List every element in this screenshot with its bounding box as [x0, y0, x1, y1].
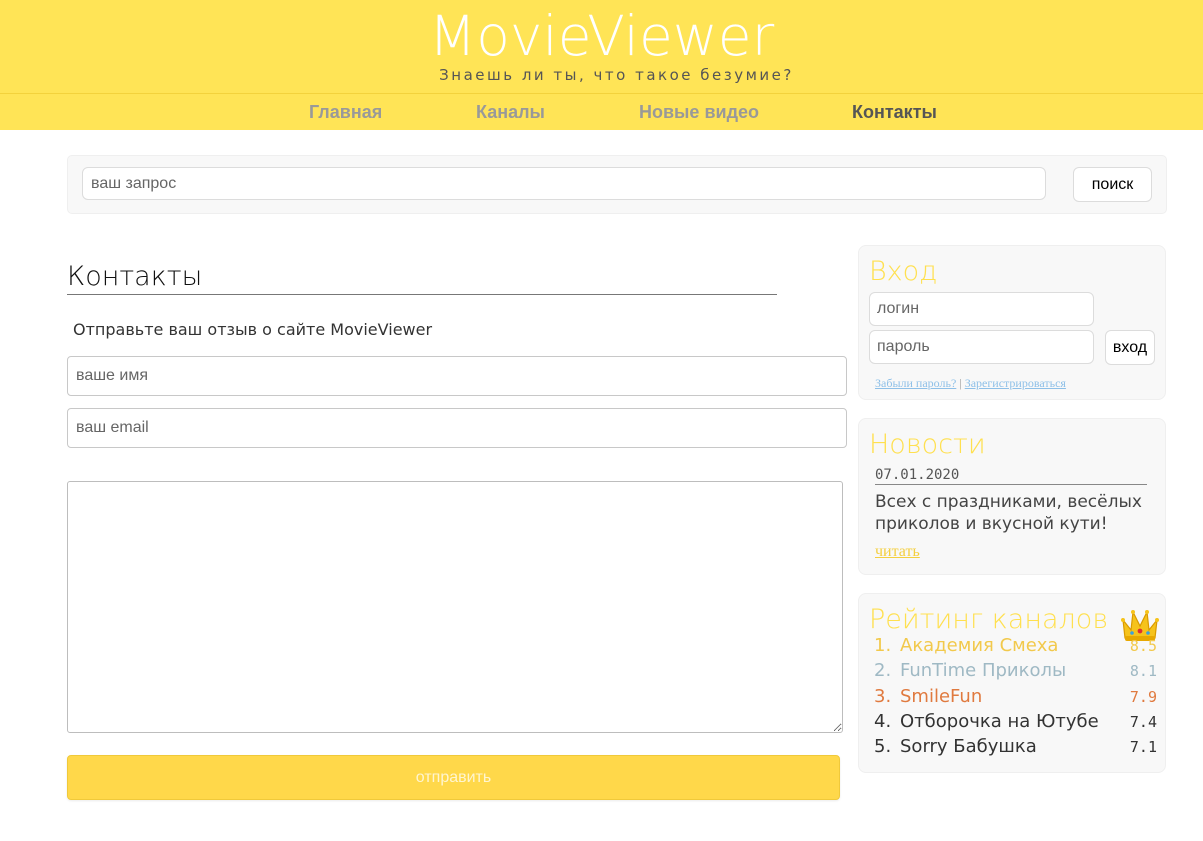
- news-read-link[interactable]: читать: [875, 543, 920, 561]
- rating-item-score: 8.5: [1129, 637, 1157, 655]
- login-field[interactable]: [869, 292, 1094, 326]
- rating-item-name[interactable]: Академия Смеха: [900, 635, 1058, 656]
- rating-item-number: 3.: [874, 686, 892, 707]
- page-title: Контакты: [67, 260, 777, 295]
- rating-item-number: 5.: [874, 736, 892, 757]
- nav-item-contacts[interactable]: Контакты: [852, 102, 937, 123]
- forgot-password-link[interactable]: Забыли пароль?: [875, 376, 956, 390]
- email-field[interactable]: [67, 408, 847, 448]
- password-field[interactable]: [869, 330, 1094, 364]
- rating-item-number: 4.: [874, 711, 892, 732]
- register-link[interactable]: Зарегистрироваться: [965, 376, 1066, 390]
- search-bar: поиск: [67, 155, 1167, 214]
- rating-item[interactable]: 3. SmileFun 7.9: [874, 686, 1159, 710]
- login-title: Вход: [869, 256, 938, 287]
- rating-item-name[interactable]: FunTime Приколы: [900, 660, 1066, 681]
- contacts-subtitle: Отправьте ваш отзыв о сайте MovieViewer: [73, 320, 433, 339]
- news-title: Новости: [869, 429, 986, 460]
- news-text: Всех с праздниками, весёлых приколов и в…: [875, 492, 1142, 534]
- rating-item[interactable]: 1. Академия Смеха 8.5: [874, 635, 1159, 659]
- rating-item-number: 2.: [874, 660, 892, 681]
- rating-panel: Рейтинг каналов 1. Академия Смеха 8.5 2.…: [858, 593, 1166, 773]
- rating-item-score: 8.1: [1129, 662, 1157, 680]
- search-input[interactable]: [82, 167, 1046, 200]
- rating-item[interactable]: 5. Sorry Бабушка 7.1: [874, 736, 1159, 760]
- login-panel: Вход вход Забыли пароль? | Зарегистриров…: [858, 245, 1166, 400]
- rating-item[interactable]: 4. Отборочка на Ютубе 7.4: [874, 711, 1159, 735]
- name-field[interactable]: [67, 356, 847, 396]
- rating-item-number: 1.: [874, 635, 892, 656]
- send-button[interactable]: отправить: [67, 755, 840, 800]
- site-header: MovieViewer Знаешь ли ты, что такое безу…: [0, 0, 1203, 94]
- site-logo[interactable]: MovieViewer: [0, 4, 1203, 68]
- rating-item-score: 7.9: [1129, 688, 1157, 706]
- news-date: 07.01.2020: [875, 467, 1147, 485]
- site-tagline: Знаешь ли ты, что такое безумие?: [439, 66, 794, 84]
- login-button[interactable]: вход: [1105, 330, 1155, 365]
- nav-item-channels[interactable]: Каналы: [476, 102, 545, 123]
- nav-item-home[interactable]: Главная: [309, 102, 382, 123]
- rating-item-name[interactable]: Sorry Бабушка: [900, 736, 1037, 757]
- rating-item-name[interactable]: Отборочка на Ютубе: [900, 711, 1099, 732]
- rating-item-score: 7.4: [1129, 713, 1157, 731]
- rating-title: Рейтинг каналов: [869, 604, 1109, 635]
- main-nav: Главная Каналы Новые видео Контакты: [0, 94, 1203, 130]
- rating-item[interactable]: 2. FunTime Приколы 8.1: [874, 660, 1159, 684]
- nav-item-new-videos[interactable]: Новые видео: [639, 102, 759, 123]
- rating-item-score: 7.1: [1129, 738, 1157, 756]
- search-button[interactable]: поиск: [1073, 167, 1152, 202]
- news-panel: Новости 07.01.2020 Всех с праздниками, в…: [858, 418, 1166, 575]
- login-links-separator: |: [956, 376, 965, 390]
- rating-item-name[interactable]: SmileFun: [900, 686, 982, 707]
- login-links: Забыли пароль? | Зарегистрироваться: [875, 376, 1066, 391]
- message-textarea[interactable]: [67, 481, 843, 733]
